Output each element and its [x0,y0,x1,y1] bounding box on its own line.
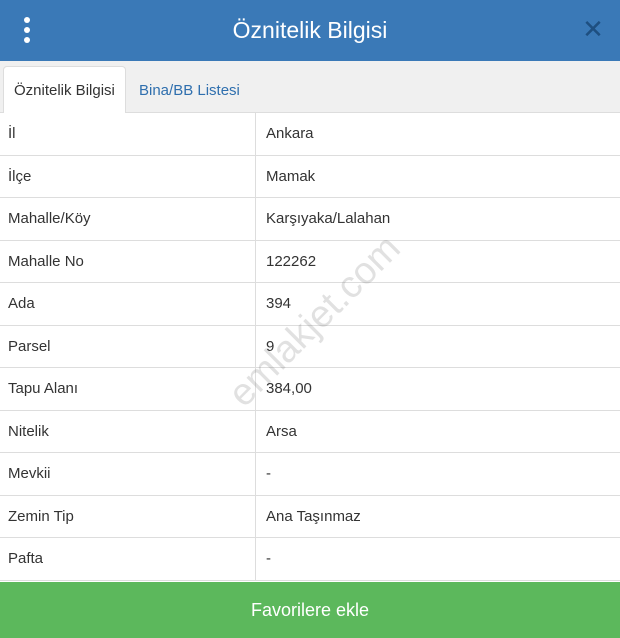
attribute-key: İl [0,113,256,155]
dialog-header: Öznitelik Bilgisi ✕ [0,0,620,61]
attribute-value: 9 [266,337,275,355]
more-vertical-icon[interactable] [16,15,38,45]
table-row: Ada 394 [0,283,620,326]
attribute-value: Arsa [266,422,297,440]
attribute-key: Mahalle/Köy [0,198,256,240]
attribute-key: Ada [0,283,256,325]
attribute-value: 384,00 [266,380,312,398]
attribute-value: Karşıyaka/Lalahan [266,210,391,228]
table-row: Zemin Tip Ana Taşınmaz [0,495,620,538]
table-row: Parsel 9 [0,325,620,368]
attribute-key: İlçe [0,155,256,197]
attribute-key: Parsel [0,325,256,367]
attribute-key: Mahalle No [0,240,256,282]
close-icon[interactable]: ✕ [580,17,606,43]
attribute-value: 394 [266,295,292,313]
dialog-title: Öznitelik Bilgisi [232,17,388,43]
add-to-favorites-button[interactable]: Favorilere ekle [0,582,620,638]
tab-bar: Öznitelik Bilgisi Bina/BB Listesi [0,61,620,114]
table-row: Mahalle No 122262 [0,240,620,283]
attribute-value: - [266,465,271,483]
table-row: İlçe Mamak [0,155,620,198]
table-row: Nitelik Arsa [0,410,620,453]
attribute-value: 122262 [266,252,317,270]
attribute-key: Pafta [0,538,256,580]
table-row: Mahalle/Köy Karşıyaka/Lalahan [0,198,620,241]
attribute-key: Zemin Tip [0,495,256,537]
tab-attribute-info[interactable]: Öznitelik Bilgisi [3,66,126,114]
attribute-key: Mevkii [0,453,256,495]
table-row: Mevkii - [0,453,620,496]
table-row: Tapu Alanı 384,00 [0,368,620,411]
attribute-table: İl Ankara İlçe Mamak Mahalle/Köy Karşıya… [0,113,620,581]
tab-building-list[interactable]: Bina/BB Listesi [129,66,250,114]
attribute-key: Tapu Alanı [0,368,256,410]
attribute-value: Mamak [266,167,316,185]
attribute-value: - [266,550,271,568]
attribute-value: Ana Taşınmaz [266,507,361,525]
table-row: İl Ankara [0,113,620,156]
table-row: Pafta - [0,538,620,581]
attribute-value: Ankara [266,125,314,143]
attribute-key: Nitelik [0,410,256,452]
